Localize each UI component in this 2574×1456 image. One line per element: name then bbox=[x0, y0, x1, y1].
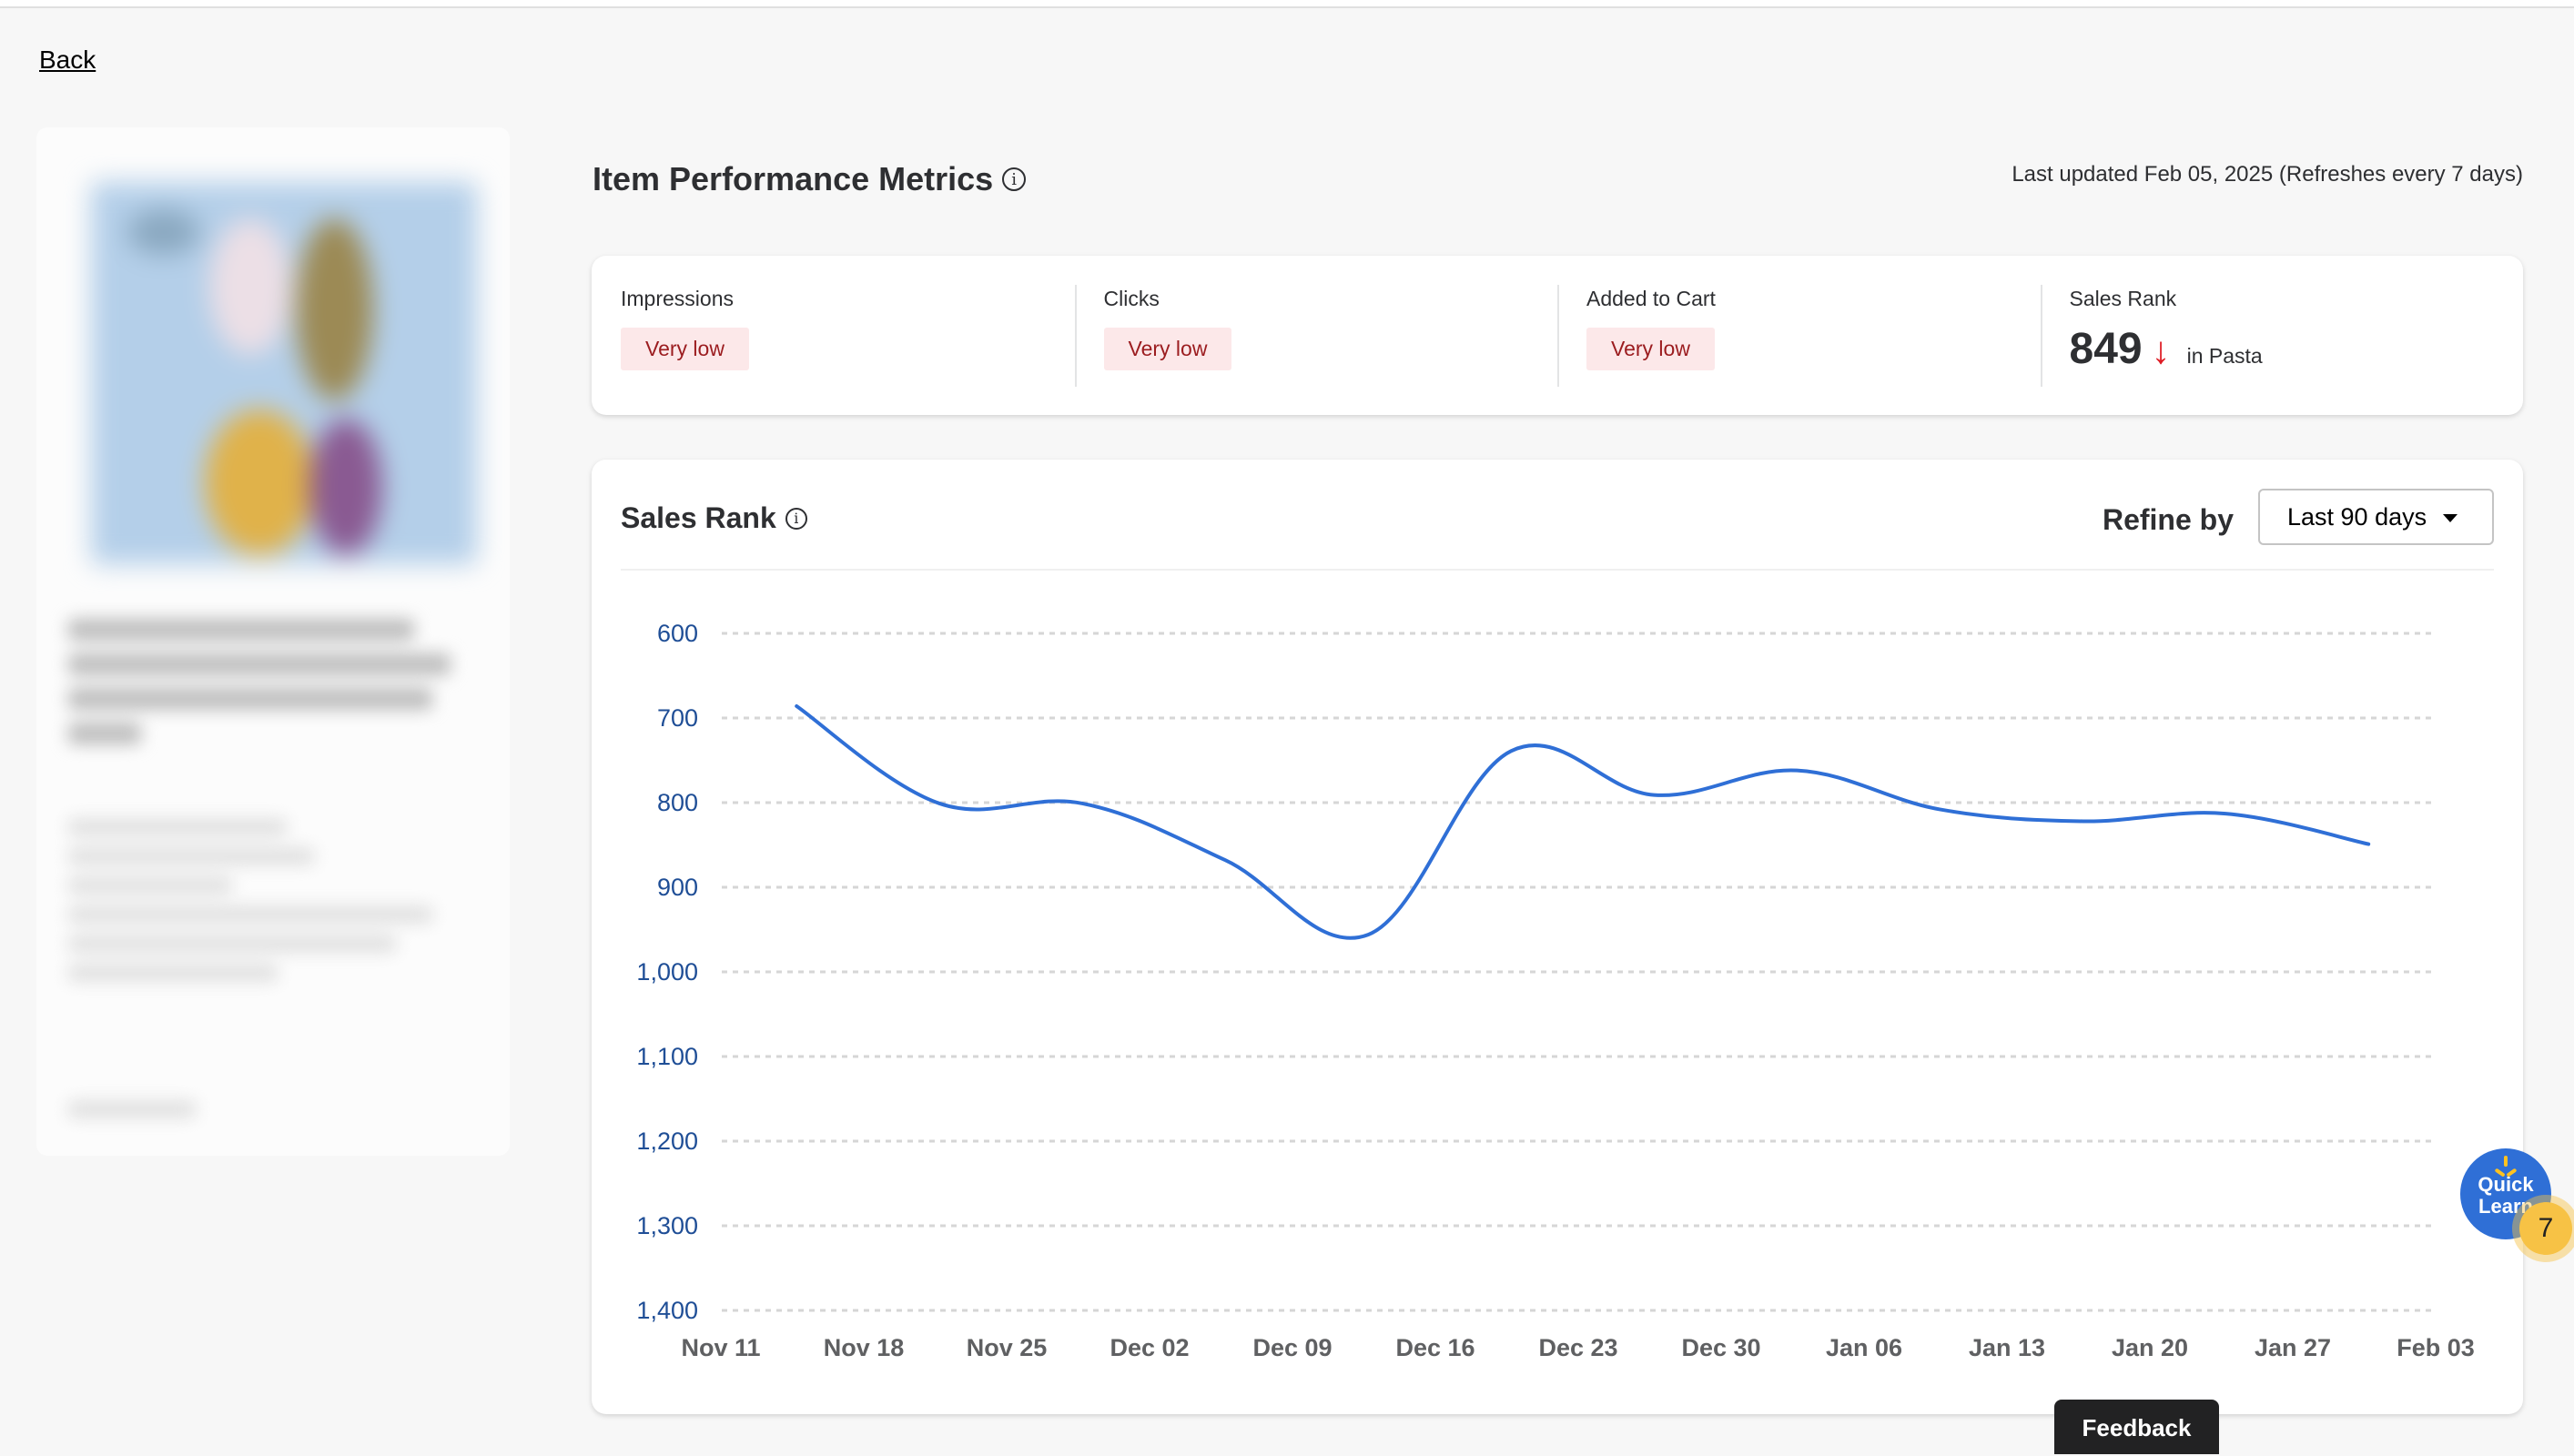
x-tick-label: Nov 18 bbox=[824, 1334, 905, 1361]
metrics-summary-card: Impressions Very low Clicks Very low Add… bbox=[592, 256, 2523, 415]
metric-label: Added to Cart bbox=[1586, 287, 2012, 311]
page-title: Item Performance Metrics i bbox=[593, 160, 1026, 198]
top-bar bbox=[0, 0, 2574, 8]
x-tick-label: Dec 16 bbox=[1395, 1334, 1474, 1361]
y-tick-label: 1,400 bbox=[636, 1297, 698, 1324]
status-badge: Very low bbox=[1586, 328, 1715, 370]
x-tick-label: Jan 20 bbox=[2112, 1334, 2188, 1361]
status-badge: Very low bbox=[621, 328, 749, 370]
y-tick-label: 600 bbox=[657, 620, 698, 647]
back-link[interactable]: Back bbox=[39, 46, 96, 75]
product-panel bbox=[36, 127, 510, 1156]
y-tick-label: 1,200 bbox=[636, 1127, 698, 1155]
metric-sales-rank: Sales Rank 849 ↓ in Pasta bbox=[2041, 256, 2524, 415]
metric-label: Clicks bbox=[1104, 287, 1529, 311]
x-tick-label: Nov 11 bbox=[681, 1334, 760, 1361]
x-tick-label: Feb 03 bbox=[2397, 1334, 2475, 1361]
y-tick-label: 1,000 bbox=[636, 958, 698, 986]
sales-rank-chart-card: Sales Rank i Refine by Last 90 days 6007… bbox=[592, 460, 2523, 1414]
product-link-blurred bbox=[68, 1101, 469, 1130]
y-tick-label: 900 bbox=[657, 874, 698, 901]
sales-rank-line-chart: 600 700 800 900 1,000 1,100 1,200 1,300 1,400 Nov… bbox=[592, 460, 2523, 1414]
x-tick-label: Dec 02 bbox=[1110, 1334, 1189, 1361]
x-tick-label: Nov 25 bbox=[967, 1334, 1048, 1361]
page-title-text: Item Performance Metrics bbox=[593, 160, 993, 198]
quick-learn-count-badge: 7 bbox=[2519, 1202, 2572, 1255]
y-tick-label: 1,300 bbox=[636, 1212, 698, 1239]
sales-rank-category: in Pasta bbox=[2187, 344, 2263, 369]
sales-rank-series-line bbox=[796, 706, 2368, 938]
arrow-down-icon: ↓ bbox=[2152, 329, 2171, 372]
x-tick-label: Jan 13 bbox=[1969, 1334, 2045, 1361]
metric-clicks: Clicks Very low bbox=[1075, 256, 1558, 415]
sales-rank-value: 849 bbox=[2070, 324, 2143, 374]
spark-icon bbox=[2504, 1156, 2508, 1167]
y-tick-label: 800 bbox=[657, 789, 698, 816]
product-title-blurred bbox=[68, 619, 469, 757]
info-icon[interactable]: i bbox=[1002, 167, 1026, 191]
metric-label: Sales Rank bbox=[2070, 287, 2495, 311]
quick-learn-line1: Quick bbox=[2460, 1174, 2551, 1196]
x-tick-label: Dec 30 bbox=[1681, 1334, 1760, 1361]
x-tick-label: Jan 06 bbox=[1826, 1334, 1902, 1361]
last-updated-text: Last updated Feb 05, 2025 (Refreshes eve… bbox=[2012, 162, 2523, 187]
x-tick-label: Jan 27 bbox=[2255, 1334, 2331, 1361]
metric-added-to-cart: Added to Cart Very low bbox=[1557, 256, 2041, 415]
metric-label: Impressions bbox=[621, 287, 1046, 311]
x-tick-label: Dec 23 bbox=[1538, 1334, 1617, 1361]
feedback-button[interactable]: Feedback bbox=[2054, 1400, 2219, 1454]
status-badge: Very low bbox=[1104, 328, 1232, 370]
y-tick-label: 1,100 bbox=[636, 1043, 698, 1070]
metric-impressions: Impressions Very low bbox=[592, 256, 1075, 415]
y-tick-label: 700 bbox=[657, 704, 698, 732]
product-details-blurred bbox=[68, 819, 469, 994]
x-tick-label: Dec 09 bbox=[1252, 1334, 1332, 1361]
product-image bbox=[91, 182, 477, 564]
